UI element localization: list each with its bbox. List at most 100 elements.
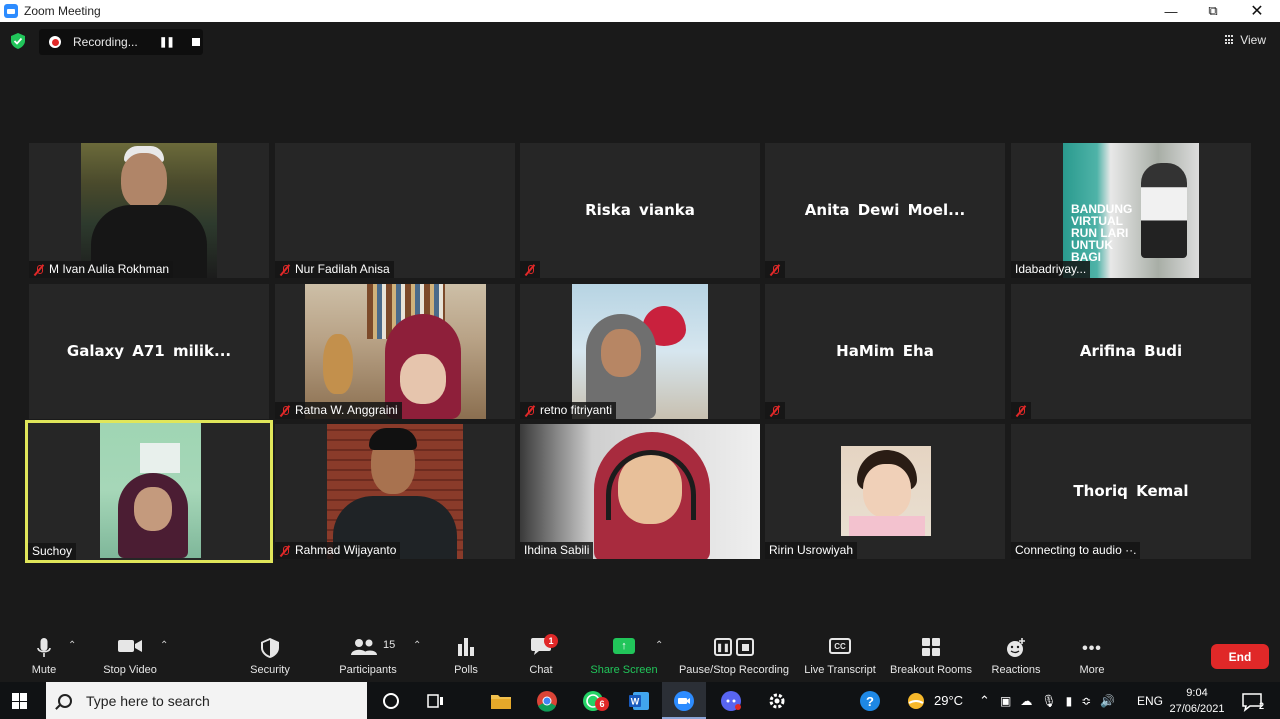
file-explorer-icon[interactable]	[489, 689, 513, 713]
participant-name-center: Anita Dewi Moel...	[804, 201, 966, 219]
svg-text:W: W	[631, 697, 640, 707]
stop-video-button[interactable]: Stop Video	[98, 630, 162, 682]
weather-widget[interactable]: 29°C	[906, 682, 963, 719]
video-tile[interactable]: Anita Dewi Moel...	[765, 143, 1005, 278]
view-label: View	[1240, 33, 1266, 47]
close-button[interactable]: ✕	[1234, 0, 1280, 22]
word-icon[interactable]: W	[627, 689, 651, 713]
share-screen-label: Share Screen	[590, 664, 658, 676]
security-button[interactable]: Security	[244, 630, 296, 682]
onedrive-cloud-icon[interactable]: ☁	[1020, 694, 1032, 708]
search-placeholder: Type here to search	[86, 692, 210, 709]
participant-label	[765, 261, 785, 278]
polls-label: Polls	[454, 664, 478, 676]
notification-count: 2	[1258, 701, 1264, 711]
participant-label: Ririn Usrowiyah	[765, 542, 858, 559]
polls-button[interactable]: Polls	[446, 630, 486, 682]
participants-label: Participants	[339, 664, 397, 676]
share-screen-icon: ↑	[613, 638, 635, 654]
share-screen-button[interactable]: ↑ Share Screen	[588, 630, 660, 682]
mic-muted-icon	[524, 405, 536, 417]
title-bar: Zoom Meeting — ⧉ ✕	[0, 0, 1280, 22]
video-tile[interactable]: Galaxy A71 milik...	[29, 284, 269, 419]
video-tile[interactable]: retno fitriyanti	[520, 284, 760, 419]
video-tile[interactable]: M Ivan Aulia Rokhman	[29, 143, 269, 278]
reactions-label: Reactions	[991, 664, 1041, 676]
video-tile[interactable]: Ratna W. Anggraini	[275, 284, 515, 419]
volume-icon[interactable]: 🔊	[1100, 694, 1115, 708]
taskbar-search-box[interactable]: Type here to search	[46, 682, 367, 719]
participant-video	[841, 446, 931, 536]
video-tile[interactable]: Ririn Usrowiyah	[765, 424, 1005, 559]
grid-view-icon	[1225, 35, 1235, 45]
participant-name-center: Arifina Budi	[1079, 342, 1183, 360]
minimize-button[interactable]: —	[1148, 0, 1194, 22]
meeting-area: Recording... ❚❚ View M Ivan Aulia Rokhma…	[0, 22, 1280, 630]
active-speaker-tile[interactable]: Suchoy	[25, 420, 273, 563]
participant-video	[520, 424, 760, 559]
task-view-icon[interactable]	[423, 689, 447, 713]
participant-name: Rahmad Wijayanto	[295, 543, 397, 557]
more-label: More	[1079, 664, 1105, 676]
share-options-caret-icon[interactable]: ⌃	[655, 640, 663, 651]
video-tile[interactable]: Nur Fadilah Anisa	[275, 143, 515, 278]
cortana-icon[interactable]	[379, 689, 403, 713]
live-transcript-button[interactable]: CC Live Transcript	[802, 630, 878, 682]
notification-center-icon[interactable]: 2	[1240, 689, 1264, 713]
stop-recording-icon[interactable]	[191, 38, 200, 46]
chat-button[interactable]: 1 Chat	[521, 630, 561, 682]
participant-label: Ihdina Sabili	[520, 542, 594, 559]
more-button[interactable]: ••• More	[1072, 630, 1112, 682]
chrome-icon[interactable]	[535, 689, 559, 713]
participant-name: Idabadriyay...	[1015, 262, 1087, 276]
participant-name: Ihdina Sabili	[524, 543, 590, 557]
discord-icon[interactable]	[719, 689, 743, 713]
participant-name: Ririn Usrowiyah	[769, 543, 854, 557]
search-icon	[58, 693, 72, 708]
video-tile[interactable]: Ihdina Sabili	[520, 424, 760, 559]
audio-options-caret-icon[interactable]: ⌃	[68, 640, 76, 651]
whatsapp-icon[interactable]: 6	[581, 689, 609, 713]
video-tile[interactable]: BANDUNG VIRTUAL RUN LARI UNTUK BAGI Idab…	[1011, 143, 1251, 278]
view-button[interactable]: View	[1225, 33, 1266, 47]
video-tile[interactable]: Arifina Budi	[1011, 284, 1251, 419]
taskbar-clock[interactable]: 9:04 27/06/2021	[1164, 685, 1230, 717]
breakout-rooms-button[interactable]: Breakout Rooms	[888, 630, 974, 682]
help-icon[interactable]: ?	[858, 689, 882, 713]
video-tile[interactable]: Thoriq Kemal Connecting to audio ··.	[1011, 424, 1251, 559]
meet-now-icon[interactable]: ▣	[1000, 694, 1011, 708]
pause-stop-recording-button[interactable]: ❚❚ Pause/Stop Recording	[676, 630, 792, 682]
tray-overflow-chevron-icon[interactable]: ⌃	[979, 682, 990, 719]
closed-caption-icon: CC	[829, 638, 851, 654]
participants-icon	[351, 639, 377, 655]
mute-button[interactable]: Mute	[22, 630, 66, 682]
battery-icon[interactable]: ▮	[1066, 694, 1073, 708]
microphone-tray-icon[interactable]: 🎙	[1041, 694, 1056, 708]
participants-button[interactable]: 15 Participants	[336, 630, 400, 682]
participant-name: Nur Fadilah Anisa	[295, 262, 390, 276]
wifi-icon[interactable]: ≎	[1081, 694, 1091, 708]
polls-icon	[458, 638, 474, 656]
security-shield-icon	[261, 638, 279, 658]
encryption-shield-icon[interactable]	[11, 33, 25, 49]
video-camera-icon	[118, 640, 142, 652]
settings-gear-icon[interactable]	[765, 689, 789, 713]
video-tile[interactable]: Rahmad Wijayanto	[275, 424, 515, 559]
video-tile[interactable]: HaMim Eha	[765, 284, 1005, 419]
svg-text:?: ?	[866, 694, 874, 709]
stop-video-label: Stop Video	[103, 664, 157, 676]
security-label: Security	[250, 664, 290, 676]
zoom-taskbar-icon[interactable]	[662, 682, 706, 719]
participants-count: 15	[383, 639, 396, 651]
restore-button[interactable]: ⧉	[1190, 0, 1236, 22]
windows-start-icon[interactable]	[12, 693, 28, 709]
end-meeting-button[interactable]: End	[1211, 644, 1269, 669]
more-dots-icon: •••	[1082, 640, 1102, 657]
reactions-button[interactable]: Reactions	[990, 630, 1042, 682]
language-indicator[interactable]: ENG	[1137, 682, 1163, 719]
clock-time: 9:04	[1186, 687, 1208, 699]
video-tile[interactable]: Riska vianka	[520, 143, 760, 278]
participants-options-caret-icon[interactable]: ⌃	[413, 640, 421, 651]
pause-recording-icon[interactable]: ❚❚	[159, 37, 175, 48]
video-options-caret-icon[interactable]: ⌃	[160, 640, 168, 651]
